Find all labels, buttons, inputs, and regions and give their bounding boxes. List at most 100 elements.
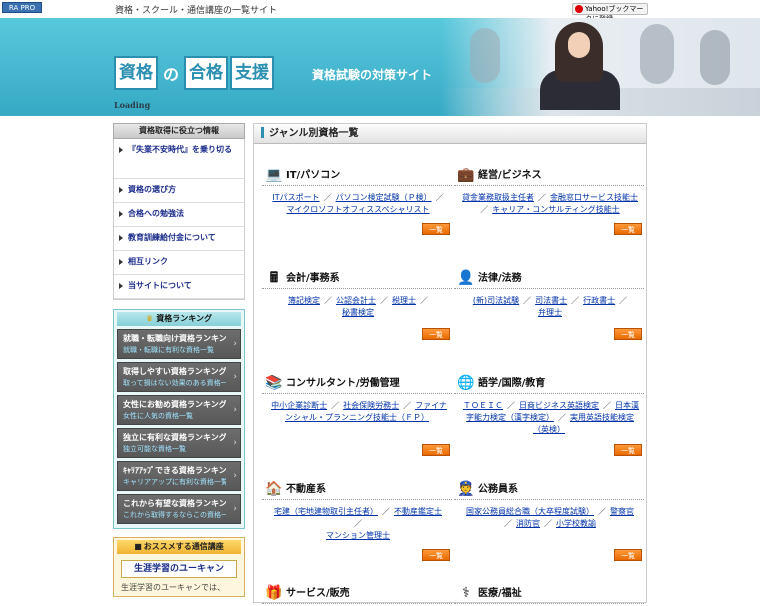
sidebar-item[interactable]: 教育訓練給付金について: [114, 227, 244, 251]
category-name: 法律/法務: [478, 273, 522, 284]
yahoo-bookmark-button[interactable]: Yahoo!ブックマークに登録: [572, 3, 648, 23]
category-link[interactable]: 弁理士: [538, 308, 562, 317]
nurse-icon: ⚕: [462, 585, 470, 601]
category-header: ⚕ 医療/福祉: [454, 582, 644, 604]
ranking-item[interactable]: 独立に有利な資格ランキング 独立可能な資格一覧 ›: [117, 428, 241, 458]
more-button[interactable]: 一覧: [422, 444, 450, 456]
category-header: 💻 IT/パソコン: [262, 164, 452, 186]
title-bar-accent: [261, 127, 264, 138]
category-link[interactable]: キャリア・コンサルティング技能士: [492, 205, 620, 214]
separator: ／: [598, 507, 606, 516]
separator: ／: [504, 519, 512, 528]
category-link[interactable]: 警察官: [610, 507, 634, 516]
category-link[interactable]: ITパスポート: [272, 193, 319, 202]
category-link[interactable]: 消防官: [516, 519, 540, 528]
ranking-item-sub: キャリアアップに有利な資格一覧: [123, 478, 226, 486]
separator: ／: [571, 296, 580, 305]
separator: ／: [403, 401, 412, 410]
category-link[interactable]: (新)司法試験: [473, 296, 519, 305]
sidebar-item[interactable]: 当サイトについて: [114, 275, 244, 299]
ranking-item-title: ｷｬﾘｱｱｯﾌﾟできる資格ランキング: [123, 466, 226, 475]
globe-icon: 🌐: [457, 375, 475, 391]
sidebar-item[interactable]: 合格への勉強法: [114, 203, 244, 227]
category-links: 貸金業務取扱主任者／金融窓口サービス技能士／ キャリア・コンサルティング技能士: [454, 186, 644, 216]
sidebar-item[interactable]: 資格の選び方: [114, 179, 244, 203]
category-link[interactable]: 不動産鑑定士: [394, 507, 442, 516]
more-button[interactable]: 一覧: [422, 328, 450, 340]
category-link[interactable]: 貸金業務取扱主任者: [462, 193, 534, 202]
gift-icon: 🎁: [265, 585, 283, 601]
category-business: 💼 経営/ビジネス 貸金業務取扱主任者／金融窓口サービス技能士／ キャリア・コンサル…: [454, 164, 644, 244]
computer-icon: 💻: [265, 167, 283, 183]
ranking-item-title: これから有望な資格ランキング: [123, 499, 226, 508]
school-icon: ■: [134, 542, 142, 551]
ranking-item[interactable]: 女性にお勧め資格ランキング 女性に人気の資格一覧 ›: [117, 395, 241, 425]
more-button[interactable]: 一覧: [614, 328, 642, 340]
logo-part: 支援: [230, 56, 275, 90]
ranking-title-text: 資格ランキング: [156, 314, 212, 323]
sidebar-item[interactable]: 相互リンク: [114, 251, 244, 275]
ranking-item-title: 就職・転職向け資格ランキング: [123, 334, 226, 343]
separator: ／: [380, 296, 388, 305]
separator: ／: [323, 193, 332, 202]
category-link[interactable]: 金融窓口サービス技能士: [550, 193, 638, 202]
photo-person-bg: [470, 28, 500, 83]
category-civilservant: 👮 公務員系 国家公務員総合職（大卒程度試験）／警察官／ 消防官／小学校教諭 一覧: [454, 478, 644, 568]
photo-person-bg: [640, 24, 674, 84]
category-link[interactable]: 税理士: [392, 296, 416, 305]
photo-person-bg: [700, 30, 730, 85]
top-bar: RA PRO 資格・スクール・通信講座の一覧サイト Yahoo!ブックマークに登…: [0, 0, 760, 23]
logo-part: の: [163, 65, 180, 84]
category-header: 👮 公務員系: [454, 478, 644, 500]
site-logo[interactable]: 資格 の 合格 支援: [114, 56, 275, 90]
ranking-item[interactable]: ｷｬﾘｱｱｯﾌﾟできる資格ランキング キャリアアップに有利な資格一覧 ›: [117, 461, 241, 491]
category-name: 医療/福祉: [478, 588, 522, 599]
category-link[interactable]: 司法書士: [535, 296, 567, 305]
left-sidebar: 資格取得に役立つ情報 『失業不安時代』を乗り切る 資格の選び方 合格への勉強法 …: [113, 123, 245, 597]
category-link[interactable]: パソコン検定試験（Ｐ検）: [336, 193, 432, 202]
category-header: 🌐 語学/国際/教育: [454, 372, 644, 394]
category-service: 🎁 サービス/販売: [262, 582, 452, 604]
ranking-item-sub: 就職・転職に有利な資格一覧: [123, 346, 214, 354]
category-name: コンサルタント/労働管理: [286, 378, 400, 389]
more-button[interactable]: 一覧: [422, 549, 450, 561]
ranking-item[interactable]: これから有望な資格ランキング これから取得するならこの資格一覧 ›: [117, 494, 241, 524]
ranking-title: ♛ 資格ランキング: [117, 312, 241, 326]
header-subtitle: 資格試験の対策サイト: [312, 68, 433, 82]
ranking-item-title: 取得しやすい資格ランキング: [123, 367, 226, 376]
more-button[interactable]: 一覧: [614, 223, 642, 235]
category-links: 中小企業診断士／社会保険労務士／ファイナンシャル・プランニング技能士（ＦＰ）: [262, 394, 452, 424]
ranking-item[interactable]: 就職・転職向け資格ランキング 就職・転職に有利な資格一覧 ›: [117, 329, 241, 359]
separator: ／: [558, 413, 566, 422]
category-link[interactable]: 国家公務員総合職（大卒程度試験）: [466, 507, 594, 516]
category-name: 公務員系: [478, 484, 518, 495]
sidebar-menu: 『失業不安時代』を乗り切る 資格の選び方 合格への勉強法 教育訓練給付金について…: [113, 139, 245, 300]
category-link[interactable]: 公認会計士: [336, 296, 376, 305]
crown-icon: ♛: [146, 314, 154, 323]
more-button[interactable]: 一覧: [614, 549, 642, 561]
logo-part: 資格: [114, 56, 158, 90]
category-link[interactable]: マイクロソフトオフィススペシャリスト: [286, 205, 429, 214]
separator: ／: [523, 296, 532, 305]
category-link[interactable]: ＴＯＥＩＣ: [463, 401, 503, 410]
ucan-button[interactable]: 生涯学習のユーキャン: [121, 560, 237, 578]
category-link[interactable]: 小学校教諭: [556, 519, 596, 528]
ranking-box: ♛ 資格ランキング 就職・転職向け資格ランキング 就職・転職に有利な資格一覧 › 取得…: [113, 309, 245, 529]
sidebar-item[interactable]: 『失業不安時代』を乗り切る: [114, 139, 244, 179]
category-link[interactable]: 宅建（宅地建物取引主任者）: [274, 507, 378, 516]
more-button[interactable]: 一覧: [422, 223, 450, 235]
category-link[interactable]: 簿記検定: [288, 296, 320, 305]
more-button[interactable]: 一覧: [614, 444, 642, 456]
category-link[interactable]: 行政書士: [583, 296, 615, 305]
category-link[interactable]: 中小企業診断士: [271, 401, 327, 410]
ranking-item[interactable]: 取得しやすい資格ランキング 取って損はない効果のある資格一覧 ›: [117, 362, 241, 392]
separator: ／: [331, 401, 340, 410]
separator: ／: [354, 519, 362, 528]
category-medical: ⚕ 医療/福祉: [454, 582, 644, 604]
category-link[interactable]: 社会保険労務士: [343, 401, 399, 410]
category-link[interactable]: マンション管理士: [326, 531, 390, 540]
category-link[interactable]: 秘書検定: [342, 308, 374, 317]
category-link[interactable]: 日商ビジネス英語検定: [519, 401, 599, 410]
category-links: 国家公務員総合職（大卒程度試験）／警察官／ 消防官／小学校教諭: [454, 500, 644, 530]
sidebar-title: 資格取得に役立つ情報: [113, 123, 245, 139]
